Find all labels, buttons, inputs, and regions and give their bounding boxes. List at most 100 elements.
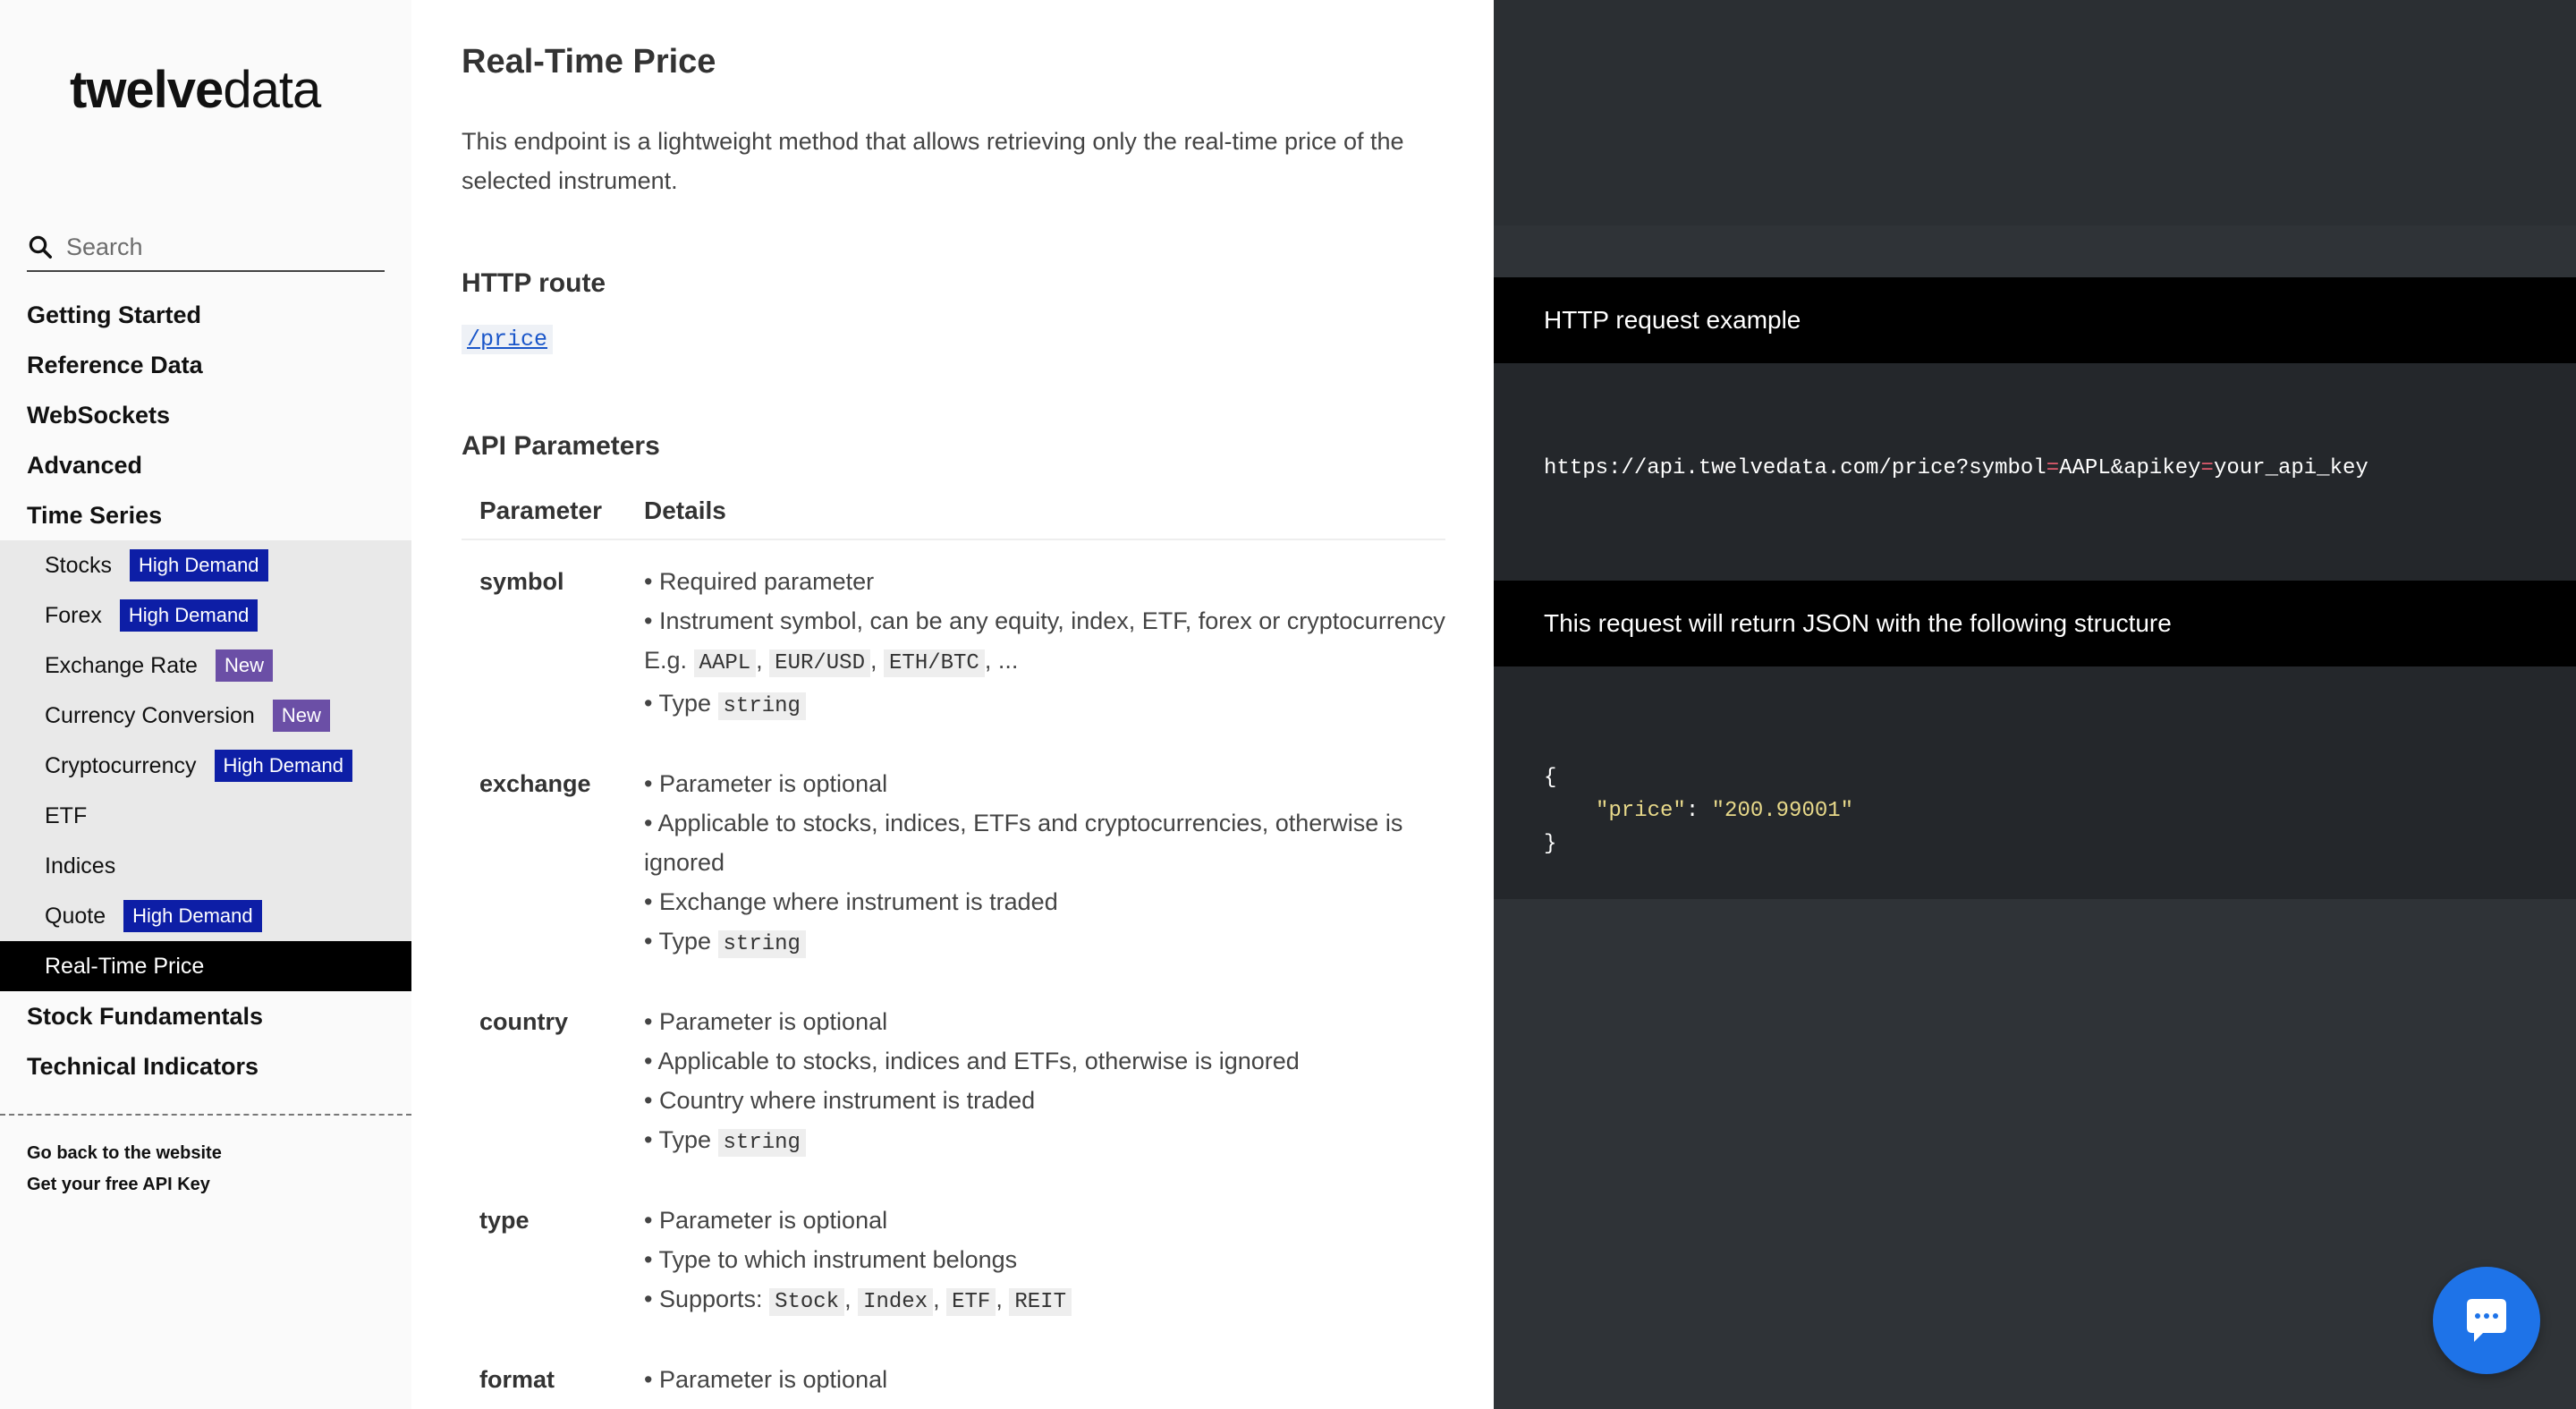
- sidebar-subitem-exchange-rate[interactable]: Exchange Rate New: [0, 641, 411, 691]
- param-details: • Parameter is optional • Type to which …: [626, 1179, 1445, 1338]
- type-label: Type: [658, 928, 712, 955]
- back-to-website-link[interactable]: Go back to the website: [27, 1143, 222, 1164]
- url-end: your_api_key: [2213, 456, 2368, 480]
- code-example: EUR/USD: [769, 649, 870, 677]
- table-row: type • Parameter is optional • Type to w…: [462, 1179, 1445, 1338]
- sidebar-item-technical-indicators[interactable]: Technical Indicators: [0, 1041, 411, 1091]
- request-example-code[interactable]: https://api.twelvedata.com/price?symbol=…: [1494, 363, 2576, 581]
- detail-text: Parameter is optional: [658, 1207, 888, 1234]
- example-line: E.g. AAPL, EUR/USD, ETH/BTC, ...: [644, 647, 1019, 677]
- detail-text: Country where instrument is traded: [658, 1087, 1036, 1114]
- type-code: string: [717, 692, 806, 720]
- sidebar-item-advanced[interactable]: Advanced: [0, 440, 411, 490]
- supports-line: • Supports: Stock, Index, ETF, REIT: [644, 1279, 1445, 1322]
- sidebar-subitem-real-time-price[interactable]: Real-Time Price: [0, 941, 411, 991]
- sidebar-subitem-label: Currency Conversion: [45, 702, 255, 728]
- param-name: format: [479, 1366, 555, 1393]
- json-colon: :: [1685, 799, 1712, 823]
- logo[interactable]: twelvedata: [70, 64, 321, 116]
- code-example: ETF: [946, 1288, 996, 1316]
- detail-text: Type to which instrument belongs: [658, 1246, 1018, 1273]
- detail-text: Applicable to stocks, indices, ETFs and …: [644, 810, 1403, 876]
- code-example: Index: [858, 1288, 934, 1316]
- type-label: Type: [658, 1126, 712, 1153]
- detail-line: • Applicable to stocks, indices and ETFs…: [644, 1048, 1300, 1074]
- sidebar-subitem-label: Quote: [45, 903, 106, 929]
- sidebar-subitem-etf[interactable]: ETF: [0, 791, 411, 841]
- sidebar-subitem-forex[interactable]: Forex High Demand: [0, 590, 411, 641]
- param-name: symbol: [479, 568, 564, 595]
- sidebar-item-getting-started[interactable]: Getting Started: [0, 290, 411, 340]
- code-panel: HTTP request example https://api.twelved…: [1494, 0, 2576, 1409]
- type-line: • Type string: [644, 921, 1445, 964]
- code-example: AAPL: [693, 649, 757, 677]
- sidebar-item-websockets[interactable]: WebSockets: [0, 390, 411, 440]
- response-title: This request will return JSON with the f…: [1494, 581, 2576, 666]
- column-header-details: Details: [626, 483, 1445, 540]
- new-badge: New: [215, 649, 273, 682]
- detail-text: Instrument symbol, can be any equity, in…: [658, 607, 1445, 634]
- detail-line: • Applicable to stocks, indices, ETFs an…: [644, 810, 1403, 876]
- type-code: string: [717, 1129, 806, 1157]
- sidebar-subitem-label: Exchange Rate: [45, 652, 198, 678]
- http-route-title: HTTP route: [462, 268, 606, 298]
- sidebar: twelvedata Getting Started Reference Dat…: [0, 0, 412, 1409]
- intro-text: This endpoint is a lightweight method th…: [462, 128, 1404, 194]
- table-row: exchange • Parameter is optional • Appli…: [462, 743, 1445, 980]
- sidebar-subitem-currency-conversion[interactable]: Currency Conversion New: [0, 691, 411, 741]
- high-demand-badge: High Demand: [214, 750, 353, 782]
- param-details: • Parameter is optional • Applicable to …: [626, 743, 1445, 980]
- high-demand-badge: High Demand: [130, 549, 268, 581]
- param-details: • Parameter is optional • Applicable to …: [626, 980, 1445, 1179]
- api-parameters-title: API Parameters: [462, 431, 660, 461]
- parameters-table: Parameter Details symbol • Required para…: [462, 483, 1445, 1409]
- detail-line: • Country where instrument is traded: [644, 1087, 1036, 1114]
- main-content: Real-Time Price This endpoint is a light…: [411, 0, 1494, 1409]
- page-title: Real-Time Price: [462, 43, 716, 81]
- sidebar-item-reference-data[interactable]: Reference Data: [0, 340, 411, 390]
- sidebar-subitem-label: Indices: [45, 853, 116, 879]
- example-ellipsis: , ...: [984, 647, 1019, 674]
- new-badge: New: [272, 700, 330, 732]
- search-input[interactable]: [64, 232, 372, 262]
- column-header-parameter: Parameter: [462, 483, 626, 540]
- detail-line: • Parameter is optional: [644, 770, 888, 797]
- sidebar-subitem-label: Forex: [45, 602, 102, 628]
- time-series-submenu: Stocks High Demand Forex High Demand Exc…: [0, 540, 411, 991]
- sidebar-subitem-label: Real-Time Price: [45, 953, 205, 979]
- sidebar-subitem-quote[interactable]: Quote High Demand: [0, 891, 411, 941]
- sidebar-divider: [0, 1114, 411, 1116]
- type-line: • Type string: [644, 683, 1445, 726]
- high-demand-badge: High Demand: [119, 599, 258, 632]
- detail-line: • Parameter is optional: [644, 1008, 888, 1035]
- sidebar-subitem-stocks[interactable]: Stocks High Demand: [0, 540, 411, 590]
- free-api-key-link[interactable]: Get your free API Key: [27, 1175, 210, 1195]
- param-details: • Required parameter • Instrument symbol…: [626, 539, 1445, 743]
- type-code: string: [717, 930, 806, 958]
- detail-text: Parameter is optional: [658, 770, 888, 797]
- sidebar-subitem-indices[interactable]: Indices: [0, 841, 411, 891]
- route-link[interactable]: /price: [462, 325, 554, 354]
- url-equals: =: [2046, 456, 2060, 480]
- search-box: [27, 224, 385, 272]
- sidebar-item-time-series[interactable]: Time Series: [0, 490, 411, 540]
- param-name: type: [479, 1207, 530, 1234]
- type-label: Type: [658, 690, 712, 717]
- detail-text: Parameter is optional: [658, 1008, 888, 1035]
- sidebar-subitem-cryptocurrency[interactable]: Cryptocurrency High Demand: [0, 741, 411, 791]
- response-json-code[interactable]: { "price": "200.99001" }: [1494, 666, 2576, 899]
- url-mid: AAPL&apikey: [2059, 456, 2201, 480]
- chat-button[interactable]: [2433, 1267, 2540, 1374]
- sidebar-subitem-label: Cryptocurrency: [45, 752, 197, 778]
- json-close: }: [1544, 832, 1557, 856]
- detail-text: Applicable to stocks, indices and ETFs, …: [657, 1048, 1300, 1074]
- code-example: Stock: [769, 1288, 845, 1316]
- chat-icon: [2467, 1299, 2506, 1342]
- code-panel-top: [1494, 0, 2576, 225]
- high-demand-badge: High Demand: [123, 900, 262, 932]
- url-base: https://api.twelvedata.com/price?symbol: [1544, 456, 2046, 480]
- sidebar-item-stock-fundamentals[interactable]: Stock Fundamentals: [0, 991, 411, 1041]
- param-name: exchange: [479, 770, 591, 797]
- sidebar-nav: Getting Started Reference Data WebSocket…: [0, 290, 411, 1091]
- request-example-title: HTTP request example: [1494, 277, 2576, 363]
